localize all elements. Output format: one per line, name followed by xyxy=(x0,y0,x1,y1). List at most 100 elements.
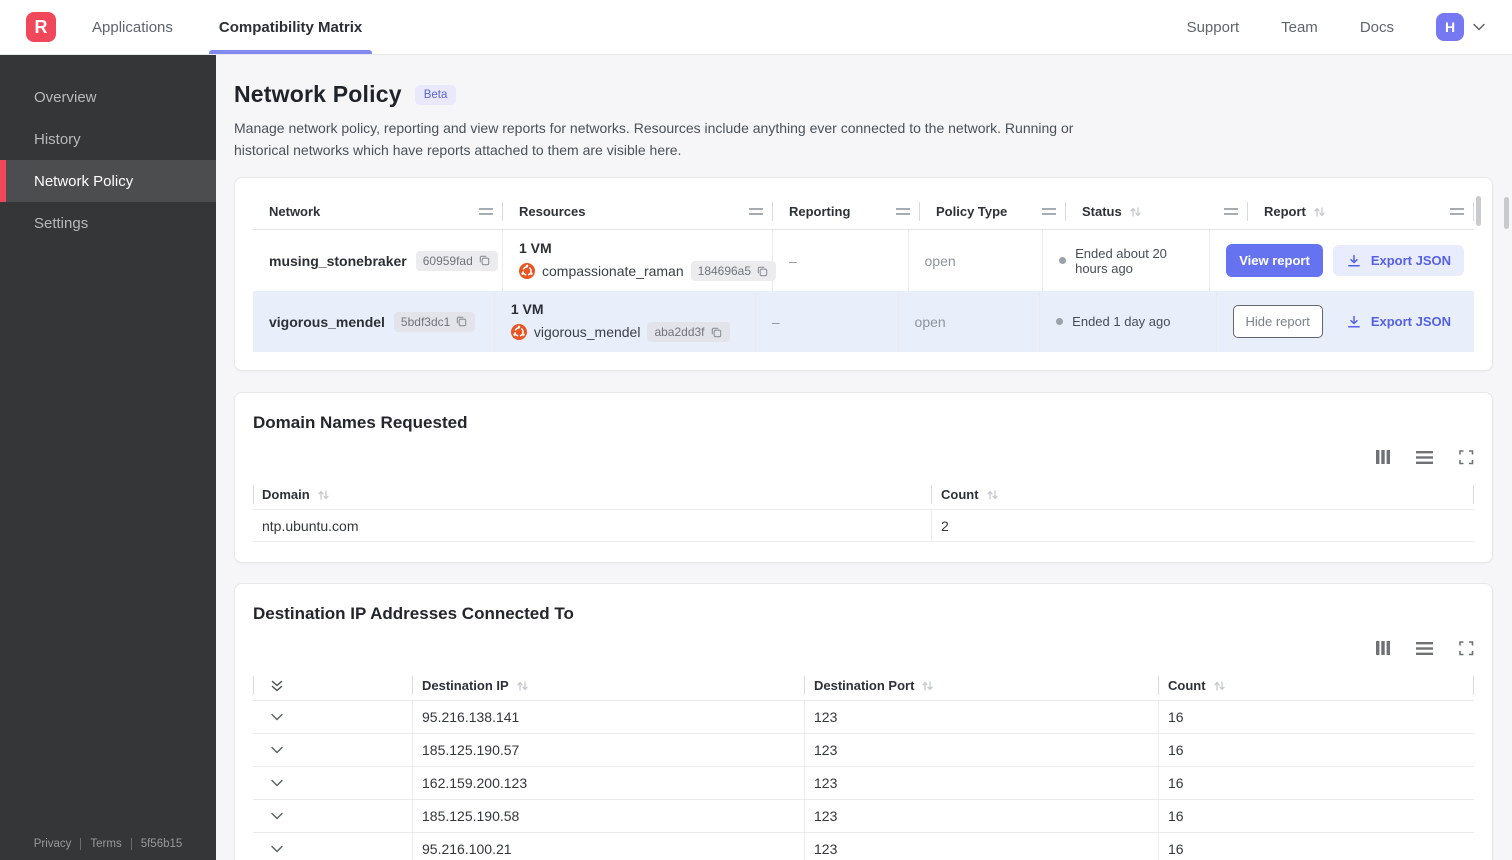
expand-cell xyxy=(253,833,413,860)
copy-icon[interactable] xyxy=(756,265,769,278)
count-cell: 2 xyxy=(941,517,949,534)
column-resize-handle-icon[interactable] xyxy=(479,208,493,216)
column-header-count: Count xyxy=(932,480,1474,509)
sidebar-item-history[interactable]: History xyxy=(0,118,216,160)
row-density-icon[interactable] xyxy=(1416,640,1433,657)
copy-icon[interactable] xyxy=(478,254,491,267)
column-resize-handle-icon[interactable] xyxy=(1450,208,1464,216)
column-resize-handle-icon[interactable] xyxy=(1224,208,1238,216)
privacy-link[interactable]: Privacy xyxy=(34,838,72,850)
reporting-cell: – xyxy=(773,230,909,292)
dest-ip-row[interactable]: 95.216.138.141 123 16 xyxy=(253,700,1474,734)
card-title: Destination IP Addresses Connected To xyxy=(253,604,574,624)
table-scrollbar[interactable] xyxy=(1476,196,1481,227)
ip-cell: 185.125.190.58 xyxy=(413,800,805,833)
chevron-down-icon[interactable] xyxy=(270,776,284,790)
nav-link-team[interactable]: Team xyxy=(1281,19,1318,36)
network-id-pill: 60959fad xyxy=(415,250,498,271)
chevron-down-icon[interactable] xyxy=(270,842,284,856)
port-cell: 123 xyxy=(805,833,1159,860)
tab-compatibility-matrix[interactable]: Compatibility Matrix xyxy=(208,0,373,54)
column-header-domain: Domain xyxy=(253,480,932,509)
expand-cell xyxy=(253,767,413,800)
column-header-destination-port: Destination Port xyxy=(805,671,1159,700)
table-toolbar xyxy=(253,638,1474,658)
sort-icon[interactable] xyxy=(317,489,330,501)
column-header-report: Report xyxy=(1248,194,1474,229)
ip-cell: 95.216.138.141 xyxy=(413,701,805,734)
column-header-count: Count xyxy=(1159,671,1474,700)
networks-card: Network Resources Reporting Policy Type … xyxy=(234,177,1493,372)
avatar[interactable]: H xyxy=(1436,13,1464,41)
sidebar-item-overview[interactable]: Overview xyxy=(0,76,216,118)
column-resize-handle-icon[interactable] xyxy=(749,208,763,216)
domain-row[interactable]: ntp.ubuntu.com 2 xyxy=(253,509,1474,543)
column-header-reporting: Reporting xyxy=(773,194,920,229)
status-dot xyxy=(1056,318,1064,326)
policy-type-cell: open xyxy=(909,230,1044,292)
count-cell: 16 xyxy=(1168,775,1184,792)
hide-report-button[interactable]: Hide report xyxy=(1232,305,1323,339)
expand-cell xyxy=(253,734,413,767)
fullscreen-icon[interactable] xyxy=(1458,640,1474,656)
columns-icon[interactable] xyxy=(1375,449,1391,465)
column-header-expand-all xyxy=(253,671,413,700)
sidebar-item-network-policy[interactable]: Network Policy xyxy=(0,160,216,202)
export-json-button[interactable]: Export JSON xyxy=(1333,306,1464,337)
view-report-button[interactable]: View report xyxy=(1226,244,1323,278)
user-menu[interactable]: H xyxy=(1436,13,1486,41)
dest-ip-row[interactable]: 162.159.200.123 123 16 xyxy=(253,766,1474,800)
build-version: 5f56b15 xyxy=(140,838,183,850)
dest-ip-row[interactable]: 95.216.100.21 123 16 xyxy=(253,832,1474,860)
column-resize-handle-icon[interactable] xyxy=(896,208,910,216)
expand-all-icon[interactable] xyxy=(270,679,284,693)
sort-icon[interactable] xyxy=(986,489,999,501)
port-cell: 123 xyxy=(805,800,1159,833)
app-logo[interactable]: R xyxy=(26,12,56,42)
nav-link-support[interactable]: Support xyxy=(1187,19,1240,36)
sort-icon[interactable] xyxy=(1313,206,1326,218)
copy-icon[interactable] xyxy=(710,326,723,339)
status-cell: Ended 1 day ago xyxy=(1040,291,1217,353)
column-header-status: Status xyxy=(1066,194,1248,229)
resource-name: vigorous_mendel xyxy=(533,324,641,341)
chevron-down-icon[interactable] xyxy=(1472,20,1486,34)
fullscreen-icon[interactable] xyxy=(1458,449,1474,465)
dest-ip-row[interactable]: 185.125.190.57 123 16 xyxy=(253,733,1474,767)
export-json-button[interactable]: Export JSON xyxy=(1332,245,1464,277)
ubuntu-icon xyxy=(519,263,535,280)
sort-icon[interactable] xyxy=(516,680,529,692)
page-scrollbar[interactable] xyxy=(1504,197,1509,229)
nav-link-docs[interactable]: Docs xyxy=(1360,19,1394,36)
sidebar-item-settings[interactable]: Settings xyxy=(0,202,216,244)
tab-applications[interactable]: Applications xyxy=(90,0,175,54)
copy-icon[interactable] xyxy=(455,315,468,328)
column-resize-handle-icon[interactable] xyxy=(1042,208,1056,216)
expand-cell xyxy=(253,701,413,734)
dest-ip-row[interactable]: 185.125.190.58 123 16 xyxy=(253,799,1474,833)
count-cell: 16 xyxy=(1168,709,1184,726)
column-header-policy-type: Policy Type xyxy=(920,194,1066,229)
domain-table-header: Domain Count xyxy=(253,480,1474,509)
page-title: Network Policy xyxy=(234,81,402,107)
row-density-icon[interactable] xyxy=(1416,449,1433,466)
network-row[interactable]: musing_stonebraker 60959fad 1 VM compass… xyxy=(253,230,1474,292)
chevron-down-icon[interactable] xyxy=(270,809,284,823)
sort-icon[interactable] xyxy=(1213,680,1226,692)
ip-cell: 185.125.190.57 xyxy=(413,734,805,767)
divider xyxy=(130,838,132,850)
sort-icon[interactable] xyxy=(1129,206,1142,218)
columns-icon[interactable] xyxy=(1375,640,1391,656)
chevron-down-icon[interactable] xyxy=(270,743,284,757)
column-header-network: Network xyxy=(253,194,503,229)
resources-cell: 1 VM compassionate_raman 184696a5 xyxy=(503,230,777,292)
ubuntu-icon xyxy=(510,324,527,341)
terms-link[interactable]: Terms xyxy=(90,838,121,850)
chevron-down-icon[interactable] xyxy=(270,710,284,724)
network-row[interactable]: vigorous_mendel 5bdf3dc1 1 VM vigorous_m… xyxy=(253,291,1474,353)
download-icon xyxy=(1346,314,1362,329)
sort-icon[interactable] xyxy=(921,680,934,692)
report-cell: View report Export JSON xyxy=(1210,230,1474,291)
vm-count: 1 VM xyxy=(519,240,552,257)
resource-name: compassionate_raman xyxy=(542,263,684,280)
